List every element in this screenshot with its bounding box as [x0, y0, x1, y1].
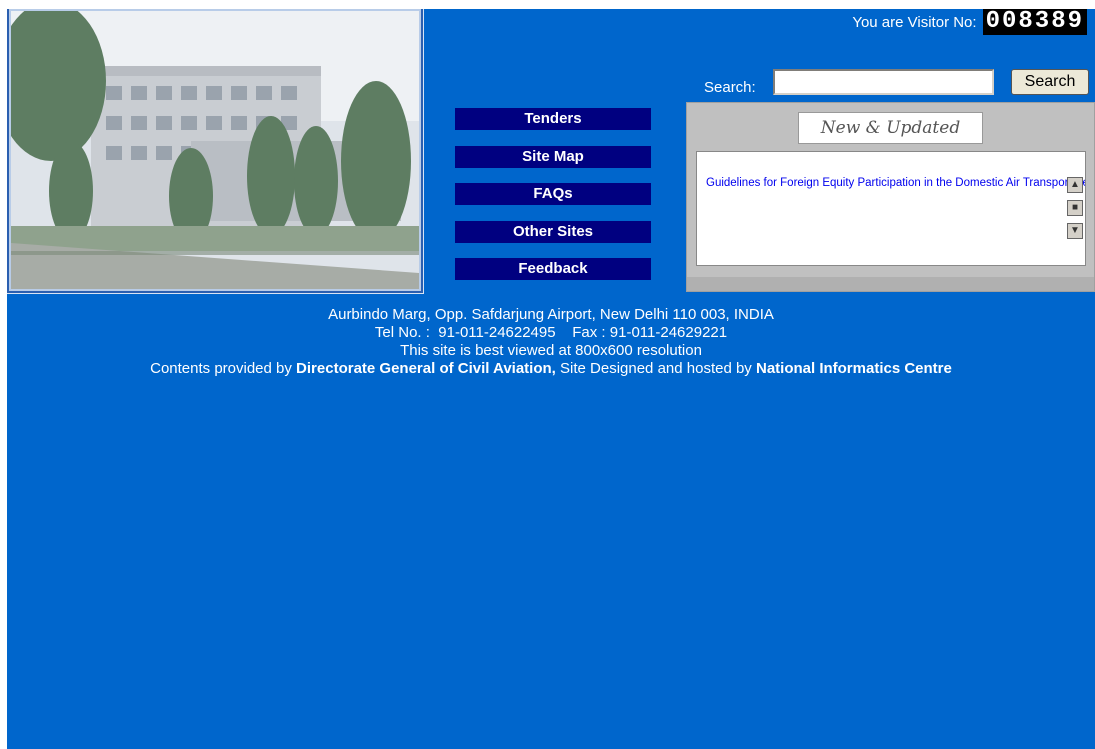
footer-contact: Tel No. : 91-011-24622495 Fax : 91-011-2… [374, 324, 728, 341]
nav-other-sites[interactable]: Other Sites [455, 221, 651, 243]
visitor-count: 008389 [982, 9, 1087, 35]
scroll-down-icon[interactable]: ▼ [1067, 223, 1083, 239]
news-panel-footer-bar [687, 277, 1094, 291]
footer-address: Aurbindo Marg, Opp. Safdarjung Airport, … [328, 306, 774, 323]
search-input[interactable] [773, 69, 994, 95]
nav-feedback[interactable]: Feedback [455, 258, 651, 280]
footer-credits: Contents provided by Directorate General… [7, 360, 1095, 378]
news-scroller: Guidelines for Foreign Equity Participat… [696, 151, 1086, 266]
news-header: New & Updated [798, 112, 983, 144]
building-photo [9, 9, 421, 291]
footer-contents-prefix: Contents provided by [150, 360, 297, 377]
nav-tenders[interactable]: Tenders [455, 108, 651, 130]
scroll-up-icon[interactable]: ▲ [1067, 177, 1083, 193]
footer-host: National Informatics Centre [755, 360, 952, 377]
visitor-label: You are Visitor No: [852, 13, 977, 31]
nav-faqs[interactable]: FAQs [455, 183, 651, 205]
page-body: You are Visitor No: 008389 Search: Searc… [7, 9, 1095, 749]
nav-site-map[interactable]: Site Map [455, 146, 651, 168]
news-panel: New & Updated Guidelines for Foreign Equ… [686, 102, 1095, 292]
news-item-link[interactable]: Guidelines for Foreign Equity Participat… [706, 177, 1085, 189]
footer-resolution-note: This site is best viewed at 800x600 reso… [400, 342, 702, 359]
visitor-counter: You are Visitor No: 008389 [852, 9, 1087, 35]
footer: Aurbindo Marg, Opp. Safdarjung Airport, … [7, 306, 1095, 378]
search-button[interactable]: Search [1011, 69, 1089, 95]
footer-hosted-prefix: Site Designed and hosted by [555, 360, 756, 377]
search-label: Search: [704, 79, 756, 96]
building-photo-image [11, 11, 419, 289]
scroll-stop-icon[interactable]: ■ [1067, 200, 1083, 216]
footer-content-provider: Directorate General of Civil Aviation, [296, 360, 556, 377]
